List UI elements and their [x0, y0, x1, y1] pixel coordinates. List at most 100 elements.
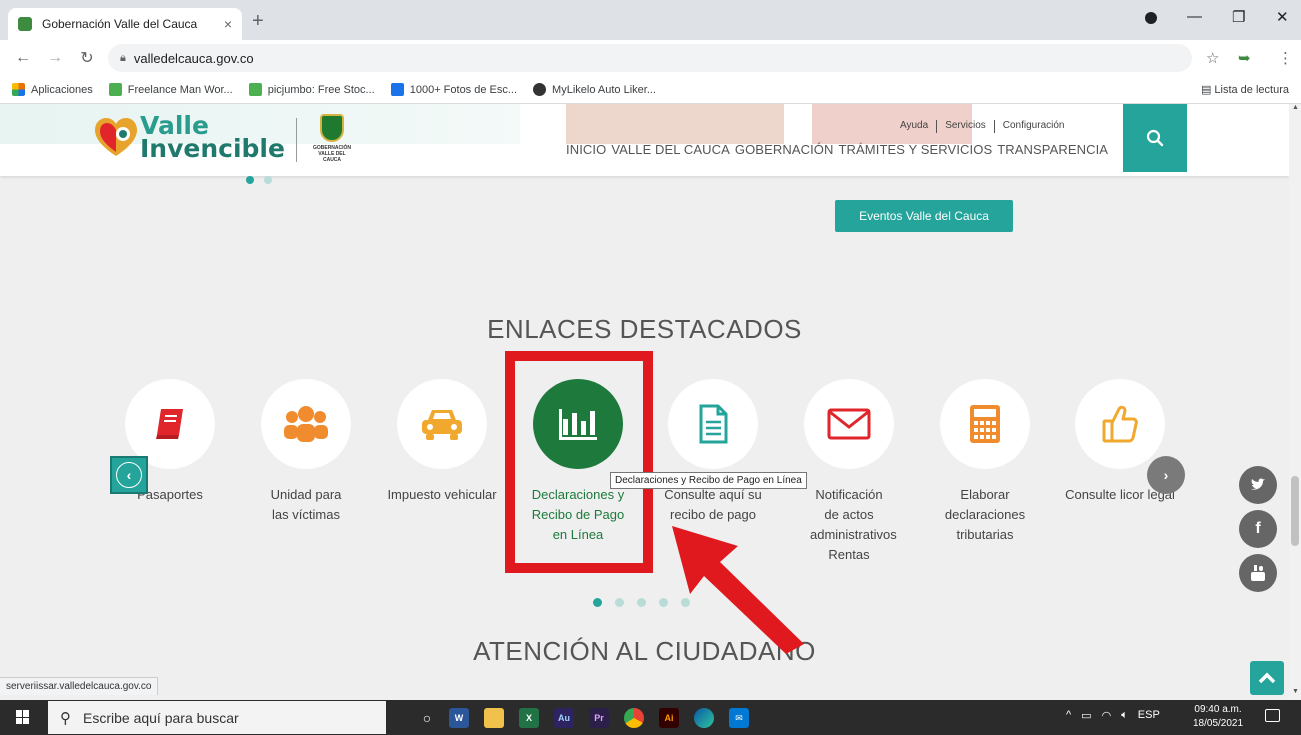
- search-icon: ⚲: [60, 709, 71, 727]
- book-icon: [156, 409, 183, 439]
- annotation-arrow-icon: [672, 526, 804, 654]
- featured-link-consulte-recibo[interactable]: [668, 379, 758, 469]
- facebook-button[interactable]: f: [1239, 510, 1277, 548]
- windows-start-icon[interactable]: [16, 710, 30, 724]
- reading-list-button[interactable]: ▤ Lista de lectura: [1201, 83, 1289, 96]
- bookmark-star-icon[interactable]: ☆: [1206, 49, 1219, 67]
- restore-button[interactable]: ❐: [1232, 8, 1245, 26]
- thumbs-up-icon: [1102, 405, 1138, 443]
- youtube-icon: [1251, 565, 1265, 581]
- forward-arrow-icon[interactable]: →: [46, 49, 64, 67]
- youtube-button[interactable]: [1239, 554, 1277, 592]
- bookmark-item[interactable]: MyLikelo Auto Liker...: [533, 83, 656, 96]
- notification-center-icon[interactable]: [1265, 709, 1280, 722]
- nav-valle-del-cauca[interactable]: VALLE DEL CAUCA: [611, 142, 730, 157]
- chevron-up-icon[interactable]: ^: [1066, 709, 1071, 722]
- carousel-dot[interactable]: [615, 598, 624, 607]
- bookmark-item[interactable]: Freelance Man Wor...: [108, 83, 233, 96]
- bookmark-item[interactable]: 1000+ Fotos de Esc...: [390, 83, 517, 96]
- featured-label[interactable]: Unidad para las víctimas: [241, 485, 371, 525]
- apps-grid-icon: [12, 83, 25, 96]
- carousel-next-button[interactable]: ›: [1147, 456, 1185, 494]
- extension-icon[interactable]: ➥: [1238, 49, 1251, 67]
- featured-link-notificacion[interactable]: [804, 379, 894, 469]
- scrollbar-thumb[interactable]: [1291, 476, 1299, 546]
- scroll-up-arrow-icon[interactable]: ▲: [1292, 104, 1299, 111]
- bookmark-favicon-icon: [533, 83, 547, 96]
- help-link[interactable]: Ayuda: [900, 120, 928, 133]
- word-icon[interactable]: W: [449, 708, 469, 728]
- back-arrow-icon[interactable]: ←: [14, 49, 32, 67]
- chevron-left-icon: ‹: [116, 462, 142, 488]
- scroll-down-arrow-icon[interactable]: ▼: [1292, 688, 1299, 695]
- battery-icon[interactable]: ▭: [1081, 709, 1091, 722]
- carousel-dot[interactable]: [637, 598, 646, 607]
- volume-icon[interactable]: 🔈︎: [1121, 709, 1128, 722]
- services-link[interactable]: Servicios: [945, 120, 986, 133]
- site-header: Valle Invencible GOBERNACIÓN VALLE DEL C…: [0, 104, 1289, 176]
- bookmark-item[interactable]: picjumbo: Free Stoc...: [248, 83, 375, 96]
- chrome-icon[interactable]: [624, 708, 644, 728]
- wifi-icon[interactable]: ◠: [1102, 709, 1112, 722]
- new-tab-button[interactable]: +: [252, 10, 264, 33]
- featured-label[interactable]: Consulte aquí su recibo de pago: [648, 485, 778, 525]
- citizen-attention-title: ATENCIÓN AL CIUDADANO: [473, 636, 816, 666]
- tooltip: Declaraciones y Recibo de Pago en Línea: [610, 472, 807, 489]
- page-scrollbar[interactable]: ▲ ▼: [1289, 104, 1301, 700]
- valle-invencible-logo[interactable]: Valle Invencible: [140, 113, 285, 161]
- file-explorer-icon[interactable]: [484, 708, 504, 728]
- nav-transparencia[interactable]: TRANSPARENCIA: [997, 142, 1108, 157]
- featured-link-elaborar-declaraciones[interactable]: [940, 379, 1030, 469]
- status-bar-url: serveriissar.valledelcauca.gov.co: [0, 677, 159, 695]
- annotation-highlight-box: [505, 351, 653, 573]
- site-search-button[interactable]: [1123, 104, 1187, 172]
- featured-label[interactable]: Impuesto vehicular: [377, 485, 507, 505]
- profile-icon[interactable]: [1144, 11, 1158, 29]
- tab-title: Gobernación Valle del Cauca: [42, 17, 198, 31]
- page-viewport: Valle Invencible GOBERNACIÓN VALLE DEL C…: [0, 104, 1289, 700]
- carousel-dot-active[interactable]: [593, 598, 602, 607]
- bookmark-item[interactable]: Aplicaciones: [12, 83, 93, 96]
- menu-dots-icon[interactable]: ⋮: [1278, 49, 1293, 67]
- mail-icon[interactable]: ✉: [729, 708, 749, 728]
- clock-date: 18/05/2021: [1193, 718, 1244, 729]
- tab-close-button[interactable]: ×: [224, 16, 232, 32]
- carousel-dot[interactable]: [659, 598, 668, 607]
- banner-dot-active[interactable]: [246, 176, 254, 184]
- events-button[interactable]: Eventos Valle del Cauca: [835, 200, 1013, 232]
- featured-link-victimas[interactable]: [261, 379, 351, 469]
- settings-link[interactable]: Configuración: [1003, 120, 1065, 133]
- carousel-prev-button[interactable]: ‹: [110, 456, 148, 494]
- reload-icon[interactable]: ↻: [78, 48, 96, 68]
- chevron-up-icon: [1258, 672, 1276, 684]
- language-indicator[interactable]: ESP: [1138, 709, 1160, 722]
- system-tray: ^ ▭ ◠ 🔈︎ ESP: [1066, 709, 1160, 722]
- url-input[interactable]: 🔒︎ valledelcauca.gov.co: [108, 44, 1192, 72]
- clock[interactable]: 09:40 a.m. 18/05/2021: [1193, 703, 1243, 731]
- excel-icon[interactable]: X: [519, 708, 539, 728]
- minimize-button[interactable]: —: [1187, 8, 1202, 25]
- banner-pagination: [246, 176, 272, 184]
- banner-dot[interactable]: [264, 176, 272, 184]
- back-to-top-button[interactable]: [1250, 661, 1284, 695]
- nav-inicio[interactable]: INICIO: [566, 142, 606, 157]
- taskbar-search-input[interactable]: ⚲ Escribe aquí para buscar: [48, 701, 386, 734]
- illustrator-icon[interactable]: Ai: [659, 708, 679, 728]
- browser-tab[interactable]: Gobernación Valle del Cauca ×: [8, 8, 242, 40]
- featured-label[interactable]: Elaborar declaraciones tributarias: [920, 485, 1050, 545]
- valle-heart-logo-icon[interactable]: [95, 118, 137, 158]
- task-view-icon[interactable]: ○: [417, 708, 437, 728]
- browser-tab-bar: Gobernación Valle del Cauca × + — ❐ ✕: [0, 0, 1301, 40]
- featured-link-licor-legal[interactable]: [1075, 379, 1165, 469]
- premiere-icon[interactable]: Pr: [589, 708, 609, 728]
- nav-gobernacion[interactable]: GOBERNACIÓN: [735, 142, 834, 157]
- nav-tramites-y-servicios[interactable]: TRÁMITES Y SERVICIOS: [839, 142, 993, 157]
- twitter-button[interactable]: [1239, 466, 1277, 504]
- close-window-button[interactable]: ✕: [1276, 8, 1289, 26]
- banner-image: [566, 104, 784, 144]
- audition-icon[interactable]: Au: [554, 708, 574, 728]
- featured-link-impuesto-vehicular[interactable]: [397, 379, 487, 469]
- document-icon: [699, 404, 728, 444]
- envelope-icon: [827, 408, 871, 440]
- edge-icon[interactable]: [694, 708, 714, 728]
